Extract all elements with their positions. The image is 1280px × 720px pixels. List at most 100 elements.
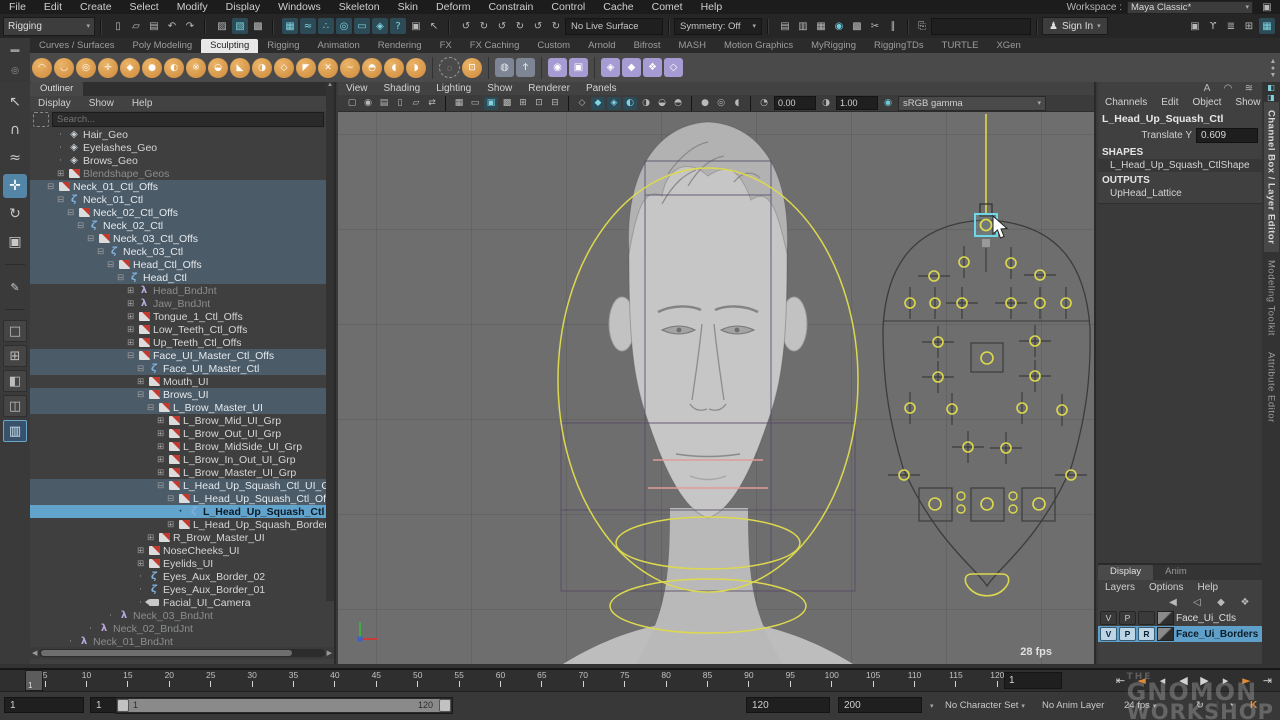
expand-toggle-icon[interactable]: ⊞ xyxy=(124,325,137,335)
smear-tool-icon[interactable]: ~ xyxy=(340,58,360,78)
move-layer-down-icon[interactable]: ◁ xyxy=(1189,594,1205,610)
expand-toggle-icon[interactable]: ⊞ xyxy=(164,520,177,530)
shelf-tab-fx[interactable]: FX xyxy=(431,39,461,53)
scale-tool[interactable]: ▣ xyxy=(3,230,27,254)
menu-select[interactable]: Select xyxy=(121,1,168,13)
expand-toggle-icon[interactable]: ⊞ xyxy=(124,312,137,322)
fill-tool-icon[interactable]: ◤ xyxy=(296,58,316,78)
expand-toggle-icon[interactable]: ⊞ xyxy=(54,169,67,179)
outliner-item-neck-03-bndjnt[interactable]: ·λNeck_03_BndJnt xyxy=(30,609,334,622)
menu-modify[interactable]: Modify xyxy=(168,1,217,13)
outliner-hscrollbar[interactable]: ◀▶ xyxy=(30,647,334,659)
outliner-item-blendshape-geos[interactable]: ⊞Blendshape_Geos xyxy=(30,167,334,180)
layer-visibility-toggle[interactable]: V xyxy=(1100,627,1117,641)
repeat-tool-icon[interactable]: ◒ xyxy=(208,58,228,78)
step-forward-key-button[interactable]: ► xyxy=(1236,671,1257,690)
menu-comet[interactable]: Comet xyxy=(643,1,692,13)
expand-toggle-icon[interactable]: ⊟ xyxy=(154,481,167,491)
outliner-item-head-ctl[interactable]: ⊟ζHead_Ctl xyxy=(30,271,334,284)
exposure-field[interactable] xyxy=(774,96,816,110)
pause-icon[interactable]: ∥ xyxy=(885,18,901,34)
expand-toggle-icon[interactable]: ⊟ xyxy=(164,494,177,504)
freeze-area-icon[interactable]: ⊡ xyxy=(462,58,482,78)
outliner-item-neck-02-bndjnt[interactable]: ·λNeck_02_BndJnt xyxy=(30,622,334,635)
snap-grid-icon[interactable]: ▦ xyxy=(282,18,298,34)
current-frame-field[interactable] xyxy=(1004,672,1062,689)
move-layer-up-icon[interactable]: ◀ xyxy=(1165,594,1181,610)
cut-icon[interactable]: ✂ xyxy=(867,18,883,34)
face-ui-frame[interactable] xyxy=(1022,488,1055,521)
shelf-tab-curves-surfaces[interactable]: Curves / Surfaces xyxy=(30,39,124,53)
shelf-tab-turtle[interactable]: TURTLE xyxy=(933,39,988,53)
go-to-end-button[interactable]: ⇥ xyxy=(1257,671,1278,690)
layer-row-face-ui-borders[interactable]: VPRFace_Ui_Borders xyxy=(1098,626,1262,642)
outliner-item-head-ctl-offs[interactable]: ⊟Head_Ctl_Offs xyxy=(30,258,334,271)
scrape-tool-icon[interactable]: ◇ xyxy=(274,58,294,78)
expand-toggle-icon[interactable]: ⊟ xyxy=(54,195,67,205)
lights-icon[interactable]: ◐ xyxy=(623,97,637,110)
face-ui-frame[interactable] xyxy=(919,488,952,521)
step-back-key-button[interactable]: ◄ xyxy=(1131,671,1152,690)
attribute-editor-toggle-icon[interactable]: ≣ xyxy=(1223,18,1239,34)
outliner-item-l-head-up-squash-ctl[interactable]: ·ζL_Head_Up_Squash_Ctl xyxy=(30,505,334,518)
outliner-item-neck-01-bndjnt[interactable]: ·λNeck_01_BndJnt xyxy=(30,635,334,647)
shelf-tab-xgen[interactable]: XGen xyxy=(987,39,1029,53)
bulge-tool-icon[interactable]: ◓ xyxy=(362,58,382,78)
outliner-item-r-brow-master-ui[interactable]: ⊞R_Brow_Master_UI xyxy=(30,531,334,544)
field-chart-icon[interactable]: ⊞ xyxy=(516,97,530,110)
menu-options[interactable]: Options xyxy=(1142,582,1190,593)
expand-toggle-icon[interactable]: ⊞ xyxy=(124,338,137,348)
workspace-dropdown[interactable]: Maya Classic* ▾ xyxy=(1127,1,1253,14)
face-ui-frame[interactable] xyxy=(971,488,1004,521)
construction-history-icon[interactable]: ↺ xyxy=(494,18,510,34)
shelf-tab-sculpting[interactable]: Sculpting xyxy=(201,39,258,53)
face-ui-small-control[interactable] xyxy=(1009,505,1017,513)
shadows-icon[interactable]: ◑ xyxy=(639,97,653,110)
four-pane-layout[interactable]: ⊞ xyxy=(3,345,27,367)
expand-toggle-icon[interactable]: ⊟ xyxy=(104,260,117,270)
colorspace-dropdown[interactable]: sRGB gamma ▾ xyxy=(898,96,1046,111)
safe-title-icon[interactable]: ⊟ xyxy=(548,97,562,110)
resolution-gate-icon[interactable]: ▣ xyxy=(484,97,498,110)
menu-lighting[interactable]: Lighting xyxy=(428,83,479,94)
new-scene-icon[interactable]: ▯ xyxy=(110,18,126,34)
menu-channels[interactable]: Channels xyxy=(1098,97,1154,108)
eraser-icon[interactable]: ◇ xyxy=(664,58,683,77)
layer-playback-toggle[interactable]: P xyxy=(1119,627,1136,641)
textured-icon[interactable]: ◈ xyxy=(607,97,621,110)
face-ui-frame[interactable] xyxy=(971,343,1003,372)
bake-deformer-icon[interactable]: ❖ xyxy=(643,58,662,77)
snap-curve-icon[interactable]: ≈ xyxy=(300,18,316,34)
expand-toggle-icon[interactable]: ⊟ xyxy=(44,182,57,192)
wireframe-icon[interactable]: ◇ xyxy=(575,97,589,110)
layer-display-type-toggle[interactable] xyxy=(1138,611,1155,625)
menu-create[interactable]: Create xyxy=(71,1,121,13)
expand-toggle-icon[interactable]: ⊟ xyxy=(94,247,107,257)
face-ui-control[interactable] xyxy=(981,498,993,510)
single-pane-layout[interactable]: □ xyxy=(3,320,27,342)
menu-help[interactable]: Help xyxy=(1190,582,1225,593)
auto-key-icon[interactable]: K xyxy=(1250,698,1257,713)
imprint-tool-icon[interactable]: ◣ xyxy=(230,58,250,78)
sculpt-objects-icon[interactable]: ◍ xyxy=(495,58,514,77)
character-set-dropdown[interactable]: No Character Set ▾ xyxy=(945,698,1025,713)
snap-help-icon[interactable]: ? xyxy=(390,18,406,34)
lock-camera-icon[interactable]: ◉ xyxy=(361,97,375,110)
expand-toggle-icon[interactable]: ⊟ xyxy=(84,234,97,244)
current-time-marker[interactable]: 1 xyxy=(25,670,43,691)
outliner-item-neck-03-ctl[interactable]: ⊟ζNeck_03_Ctl xyxy=(30,245,334,258)
play-forward-button[interactable]: ▶ xyxy=(1194,671,1215,690)
menu-help[interactable]: Help xyxy=(124,98,161,109)
menu-constrain[interactable]: Constrain xyxy=(479,1,542,13)
knife-tool-icon[interactable]: ✕ xyxy=(318,58,338,78)
blend-shape-icon[interactable]: ◈ xyxy=(601,58,620,77)
layer-row-face-ui-ctls[interactable]: VPFace_Ui_Ctls xyxy=(1098,610,1262,626)
menu-display[interactable]: Display xyxy=(30,98,79,109)
input-line-icon[interactable]: ↺ xyxy=(530,18,546,34)
shelf-tab-myrigging[interactable]: MyRigging xyxy=(802,39,865,53)
shelf-tab-riggingtds[interactable]: RiggingTDs xyxy=(865,39,933,53)
outliner-item-brows-geo[interactable]: ·◈Brows_Geo xyxy=(30,154,334,167)
head-model[interactable] xyxy=(563,122,853,664)
menu-deform[interactable]: Deform xyxy=(427,1,479,13)
exposure-icon[interactable]: ◔ xyxy=(757,97,771,110)
